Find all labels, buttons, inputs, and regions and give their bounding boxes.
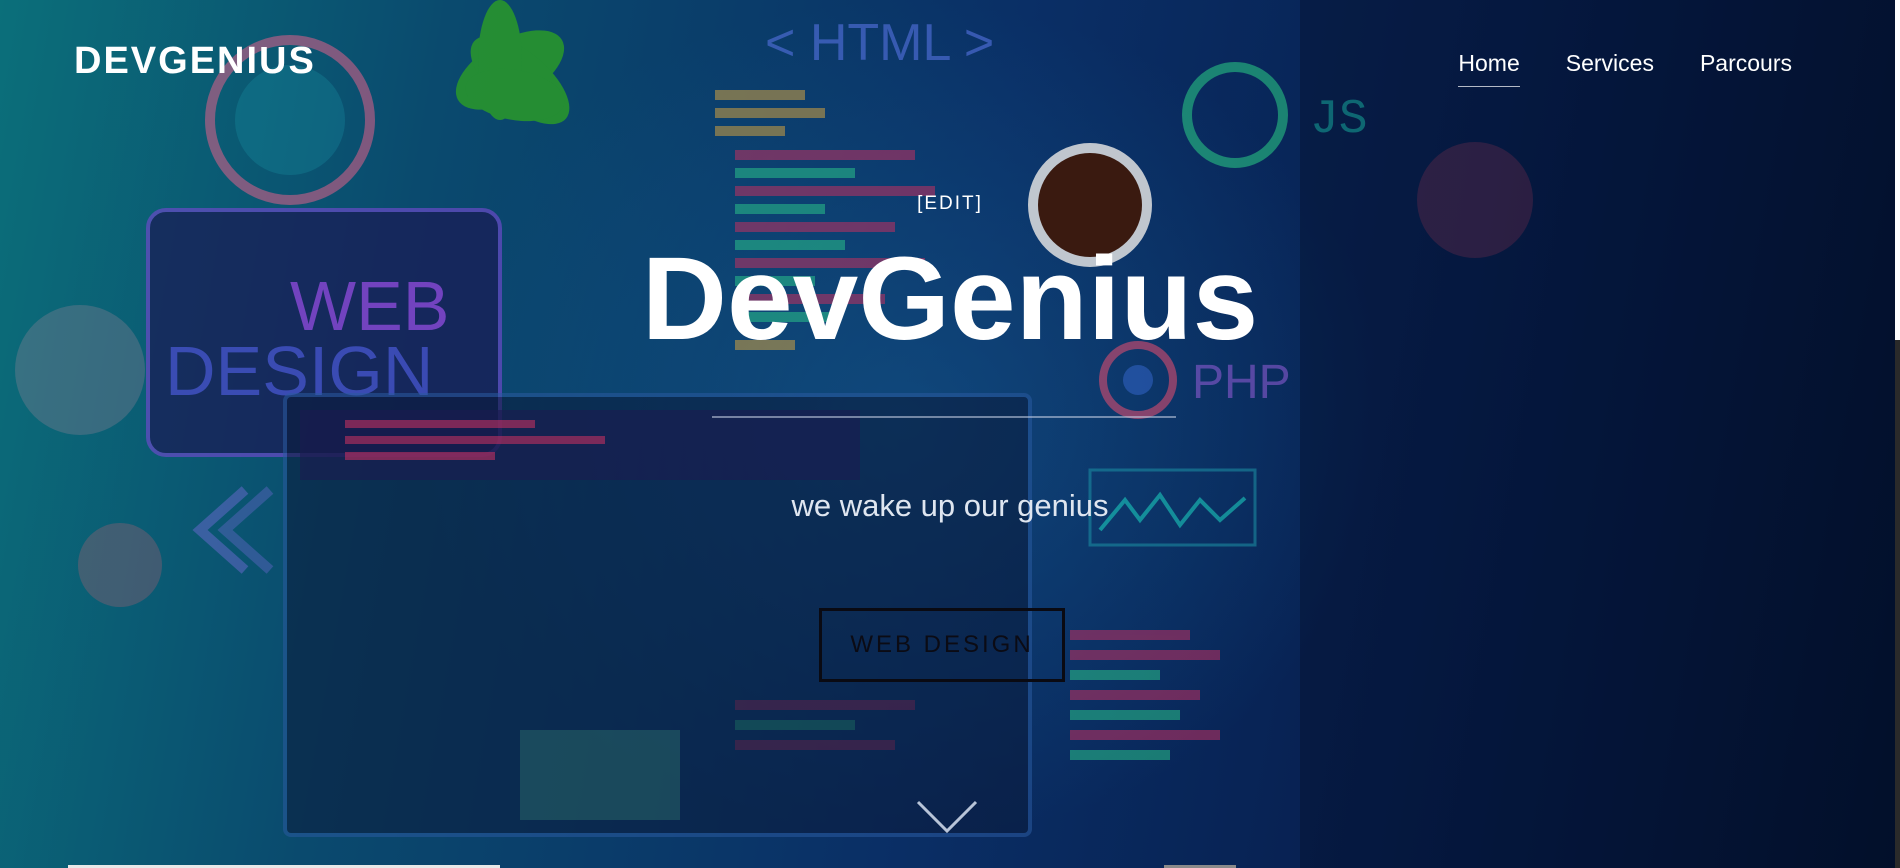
hero-background-illustration: WEB DESIGN < HTML > JS PHP (15, 0, 1900, 868)
scrollbar-thumb[interactable] (1895, 0, 1900, 340)
nav-item-services[interactable]: Services (1566, 50, 1654, 87)
svg-text:< HTML >: < HTML > (765, 14, 994, 72)
hero-section: WEB DESIGN < HTML > JS PHP DEVGENIUS Hom… (0, 0, 1900, 868)
nav-item-parcours[interactable]: Parcours (1700, 50, 1792, 87)
title-divider (712, 416, 1176, 418)
site-logo[interactable]: DEVGENIUS (74, 40, 316, 83)
edit-link[interactable]: [EDIT] (0, 193, 1900, 215)
main-nav: Home Services Parcours (1458, 50, 1792, 87)
nav-item-home[interactable]: Home (1458, 50, 1521, 87)
web-design-button[interactable]: WEB DESIGN (819, 608, 1065, 682)
chevron-down-icon[interactable] (916, 800, 978, 834)
hero-subtitle: we wake up our genius (791, 488, 1109, 523)
page-scrollbar[interactable] (1895, 0, 1900, 868)
hero-title: DevGenius (641, 233, 1259, 365)
